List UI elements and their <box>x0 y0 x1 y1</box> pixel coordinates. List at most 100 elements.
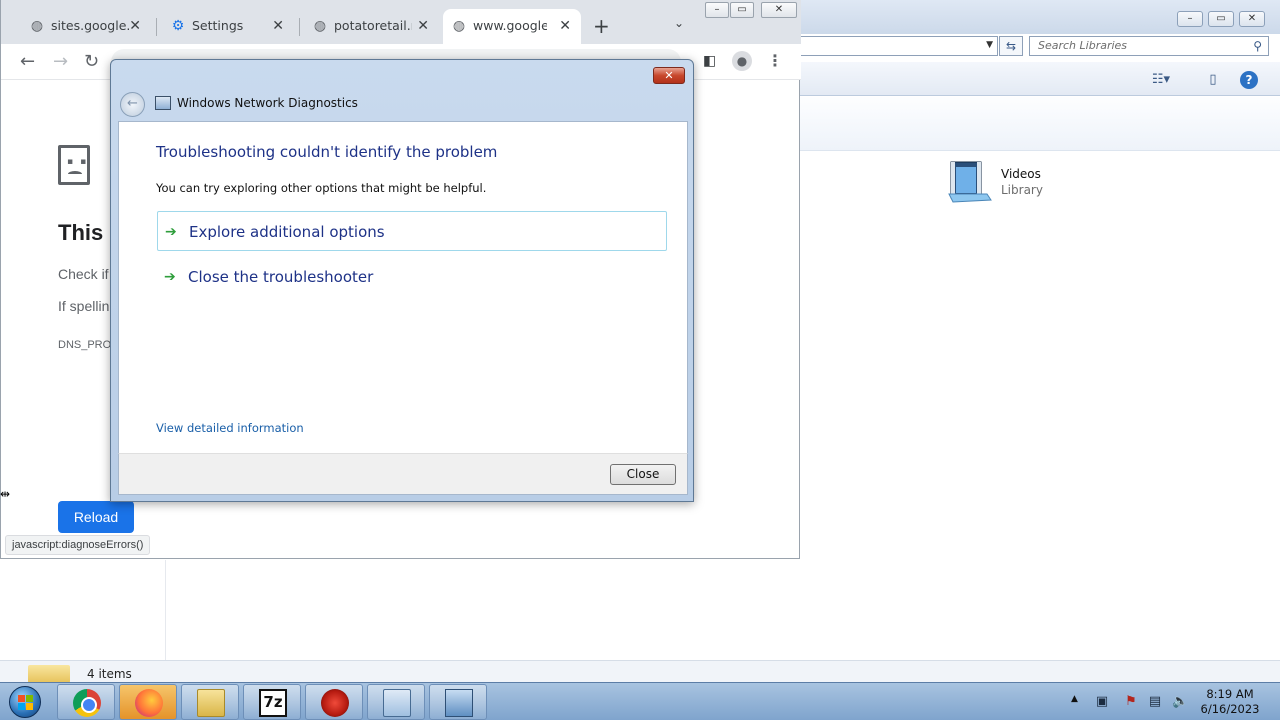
dialog-close-x-button[interactable]: ✕ <box>653 67 685 84</box>
videos-library-item[interactable]: Videos Library <box>947 158 1057 208</box>
globe-icon: ◍ <box>313 18 327 34</box>
taskbar-firefox[interactable] <box>119 684 177 720</box>
back-arrow-icon[interactable]: ← <box>20 51 35 73</box>
chrome-icon <box>73 689 101 717</box>
new-tab-button[interactable]: + <box>593 14 610 38</box>
sad-page-mouth <box>68 171 82 177</box>
chrome-minimize-button[interactable]: – <box>705 2 729 18</box>
reload-button[interactable]: Reload <box>58 501 134 533</box>
system-clock[interactable]: 8:19 AM 6/16/2023 <box>1192 687 1268 717</box>
explorer-maximize-button[interactable]: ▭ <box>1208 11 1234 27</box>
chrome-close-button[interactable]: ✕ <box>761 2 797 18</box>
green-arrow-icon: ➔ <box>165 224 177 240</box>
view-detailed-information-link[interactable]: View detailed information <box>156 421 304 435</box>
taskbar-7zip[interactable]: 7z <box>243 684 301 720</box>
close-tab-icon[interactable]: ✕ <box>129 9 141 43</box>
taskbar-red-app[interactable] <box>305 684 363 720</box>
tab-potatoretail[interactable]: ◍ potatoretail.ne ✕ <box>304 9 439 44</box>
tab-separator <box>156 18 157 36</box>
explorer-nav-pane <box>0 560 166 660</box>
close-tab-icon[interactable]: ✕ <box>417 9 429 43</box>
tab-title: Settings <box>192 18 244 33</box>
videos-library-icon <box>948 161 992 203</box>
side-panel-icon[interactable]: ◧ <box>703 53 716 69</box>
tab-separator <box>299 18 300 36</box>
back-arrow-icon[interactable]: ← <box>120 92 145 117</box>
control-panel-icon <box>383 689 411 717</box>
close-button[interactable]: Close <box>610 464 676 485</box>
reload-icon[interactable]: ↻ <box>84 51 99 73</box>
chrome-tab-strip: ◍ sites.google.co ✕ ⚙ Settings ✕ ◍ potat… <box>1 0 801 44</box>
sad-page-icon: ▪▪ <box>58 145 90 185</box>
taskbar-control-panel[interactable] <box>367 684 425 720</box>
explorer-status-bar: 4 items <box>0 660 1280 683</box>
dialog-subtext: You can try exploring other options that… <box>156 181 487 195</box>
refresh-icon[interactable]: ⇆ <box>999 36 1023 56</box>
tab-title: sites.google.co <box>51 18 131 33</box>
tab-sites-google[interactable]: ◍ sites.google.co ✕ <box>21 9 151 44</box>
explorer-close-button[interactable]: ✕ <box>1239 11 1265 27</box>
clock-date: 6/16/2023 <box>1200 702 1260 716</box>
explore-additional-options-link[interactable]: ➔ Explore additional options <box>157 211 667 251</box>
status-bubble-url: javascript:diagnoseErrors() <box>5 535 151 555</box>
tab-settings[interactable]: ⚙ Settings ✕ <box>162 9 294 44</box>
tray-app-icon[interactable]: ▣ <box>1094 694 1110 710</box>
search-icon[interactable]: ⚲ <box>1253 39 1262 53</box>
search-placeholder: Search Libraries <box>1038 39 1128 52</box>
tab-title: www.google.c <box>473 18 547 33</box>
close-tab-icon[interactable]: ✕ <box>272 9 284 43</box>
explorer-minimize-button[interactable]: – <box>1177 11 1203 27</box>
logo-red <box>18 695 25 702</box>
view-options-icon[interactable]: ☷▾ <box>1150 70 1172 90</box>
dialog-footer: Close <box>118 453 688 495</box>
logo-green <box>26 695 33 702</box>
error-spelling-text: If spellin <box>58 298 110 314</box>
taskbar-explorer[interactable] <box>181 684 239 720</box>
help-icon[interactable]: ? <box>1240 71 1258 89</box>
error-code: DNS_PRO <box>58 339 112 351</box>
explorer-address-bar[interactable]: ▼ <box>798 36 998 56</box>
firefox-icon <box>135 689 163 717</box>
dropdown-arrow-icon[interactable]: ▼ <box>986 40 993 50</box>
taskbar-chrome[interactable] <box>57 684 115 720</box>
close-troubleshooter-link[interactable]: ➔ Close the troubleshooter <box>157 257 667 297</box>
tab-www-google[interactable]: ◍ www.google.c ✕ <box>443 9 581 44</box>
taskbar-network-diagnostics[interactable] <box>429 684 487 720</box>
gear-icon: ⚙ <box>171 18 185 34</box>
green-arrow-icon: ➔ <box>164 269 176 285</box>
profile-avatar-icon[interactable]: ● <box>732 51 752 71</box>
close-tab-icon[interactable]: ✕ <box>559 9 571 43</box>
forward-arrow-icon[interactable]: → <box>53 51 68 73</box>
start-button[interactable] <box>4 683 46 720</box>
explorer-library-header <box>798 97 1280 151</box>
tab-search-chevron-icon[interactable]: ⌄ <box>674 16 684 30</box>
dialog-heading: Troubleshooting couldn't identify the pr… <box>156 143 498 161</box>
resize-cursor-icon: ⇹ <box>0 487 11 501</box>
windows-logo-icon <box>9 686 41 718</box>
item-count: 4 items <box>87 667 132 681</box>
show-hidden-icons-arrow[interactable]: ▲ <box>1071 694 1078 704</box>
network-icon[interactable]: ▤ <box>1147 694 1163 710</box>
tab-title: potatoretail.ne <box>334 18 412 33</box>
taskbar: 7z ▲ ▣ ⚑ ▤ 🔈 8:19 AM 6/16/2023 <box>0 682 1280 720</box>
network-diagnostics-icon <box>155 96 171 110</box>
option-label: Explore additional options <box>189 223 385 241</box>
sad-page-eyes: ▪▪ <box>67 157 94 167</box>
error-check-text: Check if <box>58 266 109 282</box>
preview-pane-icon[interactable]: ▯ <box>1202 70 1224 90</box>
globe-icon: ◍ <box>452 18 466 34</box>
action-center-flag-icon[interactable]: ⚑ <box>1123 694 1139 710</box>
dialog-title: Windows Network Diagnostics <box>177 96 358 110</box>
clock-time: 8:19 AM <box>1206 687 1254 701</box>
red-app-icon <box>321 689 349 717</box>
7zip-icon: 7z <box>259 689 287 717</box>
libraries-folder-icon <box>28 665 70 683</box>
videos-type: Library <box>1001 183 1043 197</box>
chrome-menu-icon[interactable]: ⋮ <box>767 51 783 70</box>
dialog-content: Troubleshooting couldn't identify the pr… <box>118 121 688 453</box>
logo-blue <box>18 703 25 710</box>
globe-icon: ◍ <box>30 18 44 34</box>
explorer-search-input[interactable]: Search Libraries ⚲ <box>1029 36 1269 56</box>
volume-muted-icon[interactable]: 🔈 <box>1172 694 1188 710</box>
chrome-restore-button[interactable]: ▭ <box>730 2 754 18</box>
